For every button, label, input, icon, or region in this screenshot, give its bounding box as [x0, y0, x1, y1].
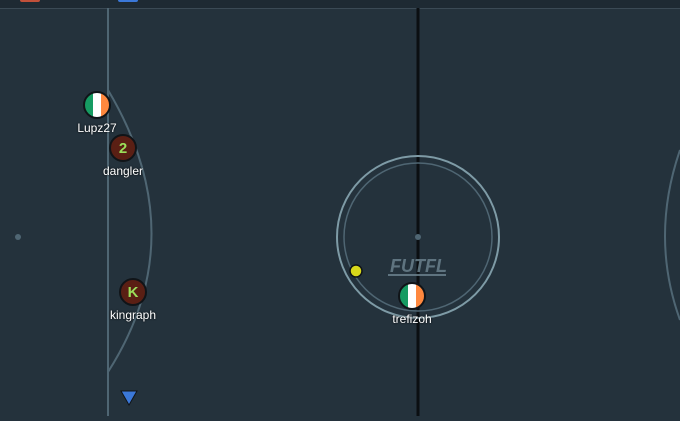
field-markings: FUTFL [15, 8, 680, 416]
player-trefizoh: trefizoh [352, 282, 472, 326]
right-penalty-arc [664, 149, 680, 321]
player-kingraph: K kingraph [73, 278, 193, 322]
player-name: dangler [102, 164, 144, 178]
player-avatar: K [119, 278, 147, 306]
game-field: FUTFL Lupz27 2 dangler K kingraph trefiz… [0, 0, 680, 421]
player-lupz27: Lupz27 [37, 91, 157, 135]
league-logo-icon: FUTFL [388, 256, 447, 276]
player-dangler: 2 dangler [63, 134, 183, 178]
down-arrow-icon [120, 390, 138, 407]
left-spot [15, 234, 21, 240]
center-spot [415, 234, 421, 240]
player-name: kingraph [109, 308, 157, 322]
player-avatar: 2 [109, 134, 137, 162]
ball-icon [349, 264, 363, 278]
ireland-flag-avatar-icon [398, 282, 426, 310]
ireland-flag-avatar-icon [83, 91, 111, 119]
player-name: trefizoh [392, 312, 432, 326]
svg-text:FUTFL: FUTFL [390, 256, 447, 276]
player-name: Lupz27 [77, 121, 117, 135]
